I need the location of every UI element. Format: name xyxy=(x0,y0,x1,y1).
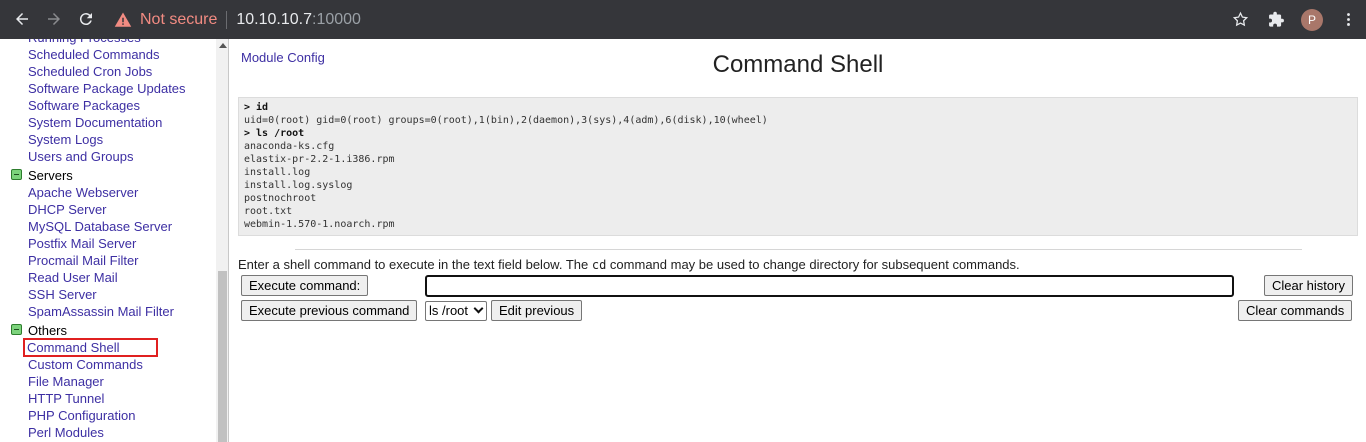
sidebar-item-procmail-mail-filter[interactable]: Procmail Mail Filter xyxy=(0,252,216,269)
output-line: install.log xyxy=(244,167,311,178)
scrollbar-thumb[interactable] xyxy=(218,271,227,442)
sidebar-item-scheduled-commands[interactable]: Scheduled Commands xyxy=(0,46,216,63)
output-line: webmin-1.570-1.noarch.rpm xyxy=(244,219,395,230)
webmin-sidebar: Running ProcessesScheduled CommandsSched… xyxy=(0,39,229,442)
collapse-icon[interactable] xyxy=(11,324,22,335)
sidebar-item-command-shell[interactable]: Command Shell xyxy=(23,338,158,357)
forward-icon[interactable] xyxy=(38,3,70,35)
warning-icon xyxy=(114,12,132,27)
extensions-icon[interactable] xyxy=(1258,2,1294,38)
url-port: :10000 xyxy=(312,10,361,28)
profile-avatar[interactable]: P xyxy=(1294,2,1330,38)
output-command-line: > ls /root xyxy=(244,128,305,139)
sidebar-item-file-manager[interactable]: File Manager xyxy=(0,373,216,390)
sidebar-item-mysql-database-server[interactable]: MySQL Database Server xyxy=(0,218,216,235)
url-host: 10.10.10.7 xyxy=(236,10,312,28)
omnibox-divider xyxy=(226,10,228,29)
sidebar-item-http-tunnel[interactable]: HTTP Tunnel xyxy=(0,390,216,407)
sidebar-item-ssh-server[interactable]: SSH Server xyxy=(0,286,216,303)
sidebar-category-label: Servers xyxy=(28,168,73,183)
avatar: P xyxy=(1301,8,1323,31)
execute-command-button[interactable]: Execute command: xyxy=(241,275,369,296)
sidebar-item-postfix-mail-server[interactable]: Postfix Mail Server xyxy=(0,235,216,252)
scroll-up-arrow-icon[interactable] xyxy=(219,43,227,48)
clear-history-button[interactable]: Clear history xyxy=(1264,275,1353,296)
back-icon[interactable] xyxy=(6,3,38,35)
instructions-text: Enter a shell command to execute in the … xyxy=(238,257,1020,272)
sidebar-item-software-packages[interactable]: Software Packages xyxy=(0,97,216,114)
sidebar-item-php-configuration[interactable]: PHP Configuration xyxy=(0,407,216,424)
sidebar-item-software-package-updates[interactable]: Software Package Updates xyxy=(0,80,216,97)
clear-commands-button[interactable]: Clear commands xyxy=(1238,300,1353,321)
output-line: anaconda-ks.cfg xyxy=(244,141,335,152)
sidebar-item-system-logs[interactable]: System Logs xyxy=(0,131,216,148)
sidebar-scrollbar[interactable] xyxy=(216,39,228,442)
sidebar-item-users-and-groups[interactable]: Users and Groups xyxy=(0,148,216,165)
sidebar-item-perl-modules[interactable]: Perl Modules xyxy=(0,424,216,441)
reload-icon[interactable] xyxy=(70,3,102,35)
output-line: install.log.syslog xyxy=(244,180,353,191)
sidebar-category-others[interactable]: Others xyxy=(0,322,216,339)
sidebar-category-label: Others xyxy=(28,323,68,338)
sidebar-menu: Running ProcessesScheduled CommandsSched… xyxy=(0,39,216,441)
collapse-icon[interactable] xyxy=(11,169,22,180)
sidebar-item-spamassassin-mail-filter[interactable]: SpamAssassin Mail Filter xyxy=(0,303,216,320)
sidebar-item-apache-webserver[interactable]: Apache Webserver xyxy=(0,184,216,201)
edit-previous-button[interactable]: Edit previous xyxy=(491,300,583,321)
output-line: postnochroot xyxy=(244,193,317,204)
sidebar-item-scheduled-cron-jobs[interactable]: Scheduled Cron Jobs xyxy=(0,63,216,80)
instructions-code: cd xyxy=(591,258,607,272)
menu-kebab-icon[interactable] xyxy=(1330,2,1366,38)
address-bar[interactable]: Not secure 10.10.10.7:10000 xyxy=(104,4,1254,35)
browser-toolbar: Not secure 10.10.10.7:10000 P xyxy=(0,0,1366,39)
sidebar-item-custom-commands[interactable]: Custom Commands xyxy=(0,356,216,373)
command-input[interactable] xyxy=(425,275,1234,297)
output-line: uid=0(root) gid=0(root) groups=0(root),1… xyxy=(244,115,768,126)
sidebar-item-dhcp-server[interactable]: DHCP Server xyxy=(0,201,216,218)
output-command-line: > id xyxy=(244,102,269,113)
previous-command-value: ls /root xyxy=(429,303,469,318)
execute-previous-button[interactable]: Execute previous command xyxy=(241,300,418,321)
security-label: Not secure xyxy=(140,10,218,28)
main-content: Module Config Command Shell > id uid=0(ro… xyxy=(230,39,1366,442)
output-line: root.txt xyxy=(244,206,293,217)
command-output: > id uid=0(root) gid=0(root) groups=0(roo… xyxy=(238,97,1358,236)
instructions-post: command may be used to change directory … xyxy=(606,257,1020,272)
sidebar-item-read-user-mail[interactable]: Read User Mail xyxy=(0,269,216,286)
sidebar-item-system-documentation[interactable]: System Documentation xyxy=(0,114,216,131)
sidebar-item-running-processes[interactable]: Running Processes xyxy=(0,39,216,46)
instructions-pre: Enter a shell command to execute in the … xyxy=(238,257,592,272)
previous-command-select[interactable]: ls /root xyxy=(425,301,487,321)
page-title: Command Shell xyxy=(230,51,1366,79)
bookmark-star-icon[interactable] xyxy=(1222,2,1258,38)
output-line: elastix-pr-2.2-1.i386.rpm xyxy=(244,154,395,165)
page-title-text: Command Shell xyxy=(712,51,884,78)
sidebar-category-servers[interactable]: Servers xyxy=(0,167,216,184)
divider xyxy=(295,249,1302,250)
chevron-down-icon xyxy=(473,303,484,314)
